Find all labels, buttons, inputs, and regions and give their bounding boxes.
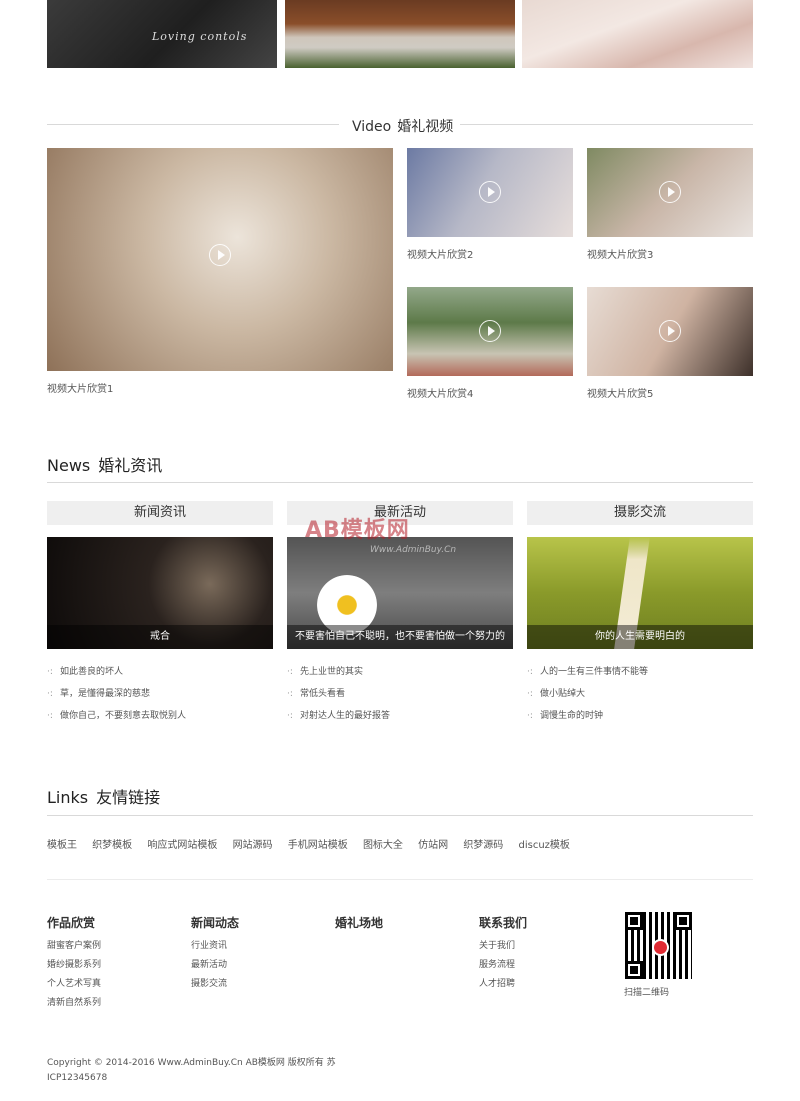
- footer-link[interactable]: 清新自然系列: [47, 997, 101, 1016]
- news-image-1[interactable]: 戒合: [47, 537, 273, 649]
- list-item[interactable]: 人的一生有三件事情不能等: [527, 665, 753, 687]
- footer-link[interactable]: 婚纱摄影系列: [47, 959, 101, 978]
- links-title-cn: 友情链接: [96, 788, 161, 807]
- news-list-2: 先上业世的其实 常低头看看 对射达人生的最好报答: [287, 665, 513, 731]
- footer-link[interactable]: 摄影交流: [191, 978, 239, 997]
- list-item[interactable]: 如此善良的坏人: [47, 665, 273, 687]
- list-item[interactable]: 对射达人生的最好报答: [287, 709, 513, 731]
- footer-heading[interactable]: 婚礼场地: [335, 914, 383, 930]
- brand-logo-icon: [652, 939, 669, 956]
- qr-caption: 扫描二维码: [624, 988, 670, 998]
- friend-link[interactable]: 仿站网: [418, 840, 448, 851]
- video-section-title: Video 婚礼视频: [352, 116, 453, 136]
- friend-link[interactable]: 响应式网站模板: [147, 840, 217, 851]
- gallery-image-3[interactable]: [522, 0, 753, 68]
- friend-link[interactable]: 织梦模板: [92, 840, 132, 851]
- list-item[interactable]: 先上业世的其实: [287, 665, 513, 687]
- footer-divider: [47, 879, 753, 880]
- friend-link[interactable]: 织梦源码: [463, 840, 503, 851]
- video-thumb-1[interactable]: [47, 148, 393, 371]
- friend-link[interactable]: 模板王: [47, 840, 77, 851]
- video-caption-4[interactable]: 视频大片欣赏4: [407, 385, 473, 400]
- video-thumb-2[interactable]: [407, 148, 573, 237]
- qr-finder: [628, 964, 640, 976]
- friend-link[interactable]: 网站源码: [233, 840, 273, 851]
- footer-link[interactable]: 甜蜜客户案例: [47, 940, 101, 959]
- video-thumb-4[interactable]: [407, 287, 573, 376]
- footer-link[interactable]: 服务流程: [479, 959, 527, 978]
- qr-finder: [677, 915, 689, 927]
- friend-link[interactable]: 手机网站模板: [288, 840, 348, 851]
- tab-news[interactable]: 新闻资讯: [47, 501, 273, 525]
- list-item[interactable]: 草，是懂得最深的慈悲: [47, 687, 273, 709]
- tab-photography[interactable]: 摄影交流: [527, 501, 753, 525]
- play-icon[interactable]: [209, 244, 231, 266]
- footer-link[interactable]: 人才招聘: [479, 978, 527, 997]
- links-section-title: Links 友情链接: [47, 784, 160, 808]
- qr-finder: [628, 915, 640, 927]
- play-icon[interactable]: [479, 320, 501, 342]
- footer-link[interactable]: 行业资讯: [191, 940, 239, 959]
- links-title-en: Links: [47, 788, 89, 807]
- video-title-cn: 婚礼视频: [397, 119, 454, 135]
- watermark-url: Www.AdminBuy.Cn: [370, 545, 457, 555]
- gallery-image-2[interactable]: [285, 0, 515, 68]
- video-caption-5[interactable]: 视频大片欣赏5: [587, 385, 653, 400]
- footer-column-venues: 婚礼场地: [335, 914, 383, 940]
- video-caption-3[interactable]: 视频大片欣赏3: [587, 246, 653, 261]
- footer-heading[interactable]: 联系我们: [479, 914, 527, 930]
- footer-column-works: 作品欣赏 甜蜜客户案例 婚纱摄影系列 个人艺术写真 清新自然系列: [47, 914, 101, 1016]
- play-icon[interactable]: [659, 320, 681, 342]
- list-item[interactable]: 调慢生命的时钟: [527, 709, 753, 731]
- footer-link[interactable]: 最新活动: [191, 959, 239, 978]
- footer-column-contact: 联系我们 关于我们 服务流程 人才招聘: [479, 914, 527, 997]
- video-caption-1[interactable]: 视频大片欣赏1: [47, 380, 113, 395]
- news-title-en: News: [47, 456, 91, 475]
- news-section-title: News 婚礼资讯: [47, 452, 162, 476]
- footer-link[interactable]: 关于我们: [479, 940, 527, 959]
- divider-left: [47, 124, 339, 125]
- watermark-logo: AB模板网: [305, 518, 410, 543]
- footer-heading[interactable]: 新闻动态: [191, 914, 239, 930]
- list-item[interactable]: 做小贴绰大: [527, 687, 753, 709]
- news-list-3: 人的一生有三件事情不能等 做小贴绰大 调慢生命的时钟: [527, 665, 753, 731]
- play-icon[interactable]: [659, 181, 681, 203]
- gallery-image-1[interactable]: Loving contols: [47, 0, 277, 68]
- friend-link[interactable]: 图标大全: [363, 840, 403, 851]
- list-item[interactable]: 做你自己，不要刻意去取悦别人: [47, 709, 273, 731]
- news-image-caption[interactable]: 不要害怕自己不聪明，也不要害怕做一个努力的: [287, 625, 513, 649]
- news-divider: [47, 482, 753, 483]
- friend-links: 模板王 织梦模板 响应式网站模板 网站源码 手机网站模板 图标大全 仿站网 织梦…: [47, 836, 582, 851]
- gallery-script-text: Loving contols: [152, 30, 248, 43]
- divider-right: [460, 124, 753, 125]
- footer-heading[interactable]: 作品欣赏: [47, 914, 101, 930]
- video-title-en: Video: [352, 119, 392, 135]
- friend-link[interactable]: discuz模板: [519, 840, 570, 851]
- footer-column-news: 新闻动态 行业资讯 最新活动 摄影交流: [191, 914, 239, 997]
- qr-code-icon: [625, 912, 692, 979]
- video-caption-2[interactable]: 视频大片欣赏2: [407, 246, 473, 261]
- news-title-cn: 婚礼资讯: [98, 456, 163, 475]
- news-image-caption[interactable]: 戒合: [47, 625, 273, 649]
- video-thumb-3[interactable]: [587, 148, 753, 237]
- list-item[interactable]: 常低头看看: [287, 687, 513, 709]
- play-icon[interactable]: [479, 181, 501, 203]
- news-image-3[interactable]: 你的人生需要明白的: [527, 537, 753, 649]
- footer-link[interactable]: 个人艺术写真: [47, 978, 101, 997]
- news-image-caption[interactable]: 你的人生需要明白的: [527, 625, 753, 649]
- links-divider: [47, 815, 753, 816]
- copyright-text: Copyright © 2014-2016 Www.AdminBuy.Cn AB…: [47, 1058, 336, 1083]
- video-thumb-5[interactable]: [587, 287, 753, 376]
- news-list-1: 如此善良的坏人 草，是懂得最深的慈悲 做你自己，不要刻意去取悦别人: [47, 665, 273, 731]
